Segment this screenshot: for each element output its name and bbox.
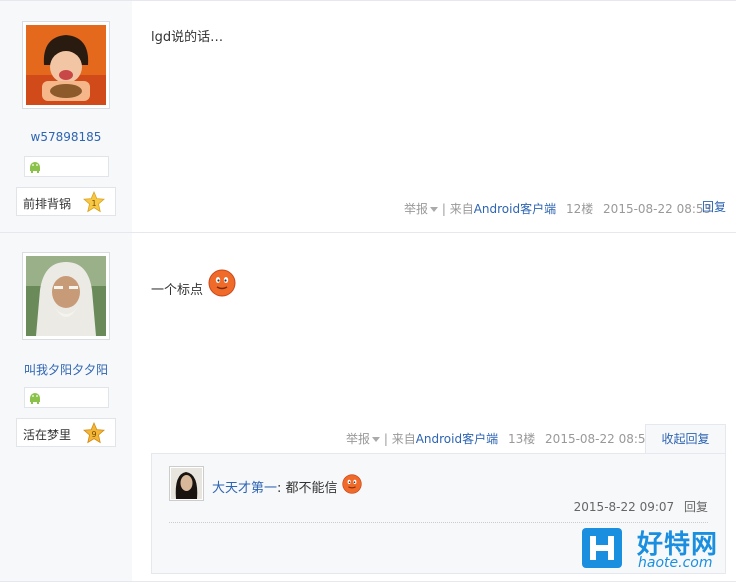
watermark-en: haote.com	[638, 555, 713, 571]
user-badge-box	[24, 387, 109, 408]
level-number: 9	[91, 430, 96, 439]
level-number: 1	[91, 199, 96, 208]
level-name: 活在梦里	[23, 428, 72, 442]
avatar-image	[26, 256, 106, 336]
username-link[interactable]: w57898185	[0, 130, 132, 144]
source-link[interactable]: Android客户端	[416, 432, 498, 446]
post-floor-12: w57898185 前排背锅 1 lgd说的话… 举报 | 来自Android客…	[0, 0, 736, 232]
level-box[interactable]: 前排背锅 1	[16, 187, 116, 216]
level-name: 前排背锅	[23, 197, 72, 211]
collapse-replies-button[interactable]: 收起回复	[645, 424, 726, 454]
source-prefix: | 来自	[383, 432, 416, 446]
reply-button[interactable]: 回复	[702, 198, 726, 215]
author-sidebar: w57898185 前排背锅 1	[0, 1, 132, 232]
source-link[interactable]: Android客户端	[474, 202, 556, 216]
post-meta: 举报 | 来自Android客户端 12楼 2015-08-22 08:53	[404, 200, 711, 217]
floor-number: 12楼	[565, 202, 594, 216]
post-time: 2015-08-22 08:53	[545, 432, 654, 446]
sub-reply-time: 2015-8-22 09:07	[573, 500, 675, 514]
post-content: 一个标点	[151, 269, 236, 298]
sub-reply-meta: 2015-8-22 09:07 回复	[574, 498, 708, 515]
avatar[interactable]	[22, 252, 110, 340]
haote-logo-icon	[582, 528, 622, 568]
avatar[interactable]	[22, 21, 110, 109]
android-badge-icon[interactable]	[28, 160, 42, 174]
sub-avatar-image	[171, 468, 202, 499]
emoji-face-icon	[208, 269, 236, 297]
report-link[interactable]: 举报	[346, 432, 381, 446]
android-badge-icon[interactable]	[28, 391, 42, 405]
sub-reply-content: 都不能信	[281, 481, 338, 496]
post-time: 2015-08-22 08:53	[603, 202, 712, 216]
post-content-text: 一个标点	[151, 283, 204, 298]
caret-down-icon	[372, 437, 381, 442]
sub-reply-username[interactable]: 大天才第一	[212, 481, 277, 496]
sub-reply-avatar[interactable]	[169, 466, 204, 501]
emoji-face-icon	[342, 474, 362, 494]
level-box[interactable]: 活在梦里 9	[16, 418, 116, 447]
source-prefix: | 来自	[441, 202, 474, 216]
star-level-icon: 1	[83, 191, 105, 213]
username-link[interactable]: 叫我夕阳夕夕阳	[0, 361, 132, 378]
caret-down-icon	[430, 207, 439, 212]
post-meta: 举报 | 来自Android客户端 13楼 2015-08-22 08:53	[346, 430, 653, 447]
sub-reply-button[interactable]: 回复	[684, 500, 708, 514]
star-level-icon: 9	[83, 422, 105, 444]
watermark: 好特网 haote.com	[582, 524, 732, 574]
divider	[169, 522, 708, 523]
author-sidebar: 叫我夕阳夕夕阳 活在梦里 9	[0, 233, 132, 581]
report-link[interactable]: 举报	[404, 202, 439, 216]
sub-reply-text: 大天才第一: 都不能信	[212, 474, 362, 496]
avatar-image	[26, 25, 106, 105]
post-content: lgd说的话…	[151, 30, 224, 45]
floor-number: 13楼	[507, 432, 536, 446]
user-badge-box	[24, 156, 109, 177]
